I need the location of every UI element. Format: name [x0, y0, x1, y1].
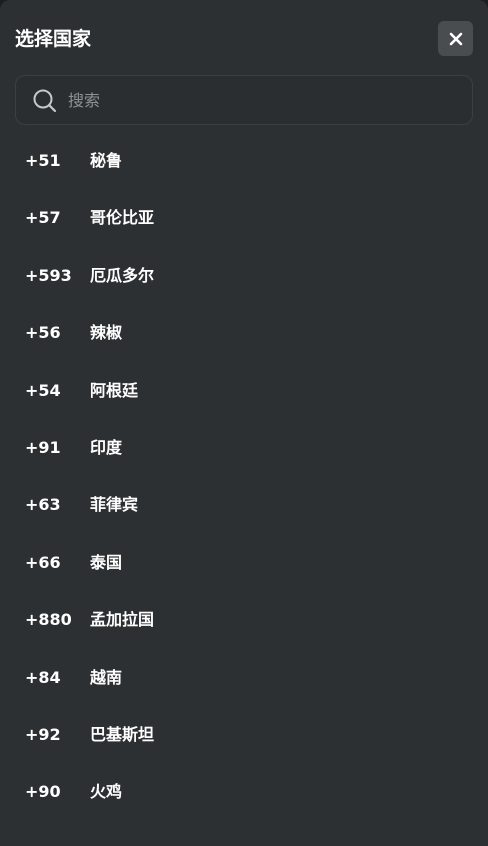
country-code: +57 — [25, 208, 61, 228]
country-item[interactable]: +91 印度 — [0, 420, 488, 477]
country-item[interactable]: +84 越南 — [0, 650, 488, 707]
country-code: +593 — [25, 265, 72, 285]
country-item[interactable]: +90 火鸡 — [0, 764, 488, 821]
country-code: +84 — [25, 667, 61, 687]
country-code: +51 — [25, 151, 61, 170]
country-item[interactable]: +880 孟加拉国 — [0, 592, 488, 649]
country-name: 越南 — [90, 667, 123, 687]
country-code: +91 — [25, 437, 61, 457]
country-name: 哥伦比亚 — [90, 208, 155, 228]
modal-title: 选择国家 — [15, 28, 92, 50]
country-name: 秘鲁 — [90, 151, 123, 170]
country-name: 阿根廷 — [90, 380, 139, 400]
country-code: +90 — [25, 782, 61, 802]
search-input[interactable] — [68, 84, 458, 116]
country-item[interactable]: +66 泰国 — [0, 535, 488, 592]
modal-header: 选择国家 — [0, 0, 488, 78]
country-name: 孟加拉国 — [90, 610, 155, 630]
country-code: +54 — [25, 380, 61, 400]
country-item[interactable]: +593 厄瓜多尔 — [0, 248, 488, 305]
country-name: 厄瓜多尔 — [90, 265, 155, 285]
country-name: 菲律宾 — [90, 495, 139, 515]
country-list: +51 秘鲁 +57 哥伦比亚 +593 厄瓜多尔 +56 辣椒 +54 阿根廷 +91 印度 +63 菲… — [0, 133, 488, 822]
country-item[interactable]: +56 辣椒 — [0, 305, 488, 362]
country-name: 印度 — [90, 437, 123, 457]
country-code: +56 — [25, 323, 61, 343]
country-item[interactable]: +63 菲律宾 — [0, 477, 488, 534]
country-code: +63 — [25, 495, 61, 515]
country-name: 巴基斯坦 — [90, 724, 155, 744]
country-item[interactable]: +54 阿根廷 — [0, 363, 488, 420]
country-item[interactable]: +57 哥伦比亚 — [0, 190, 488, 247]
country-name: 辣椒 — [90, 323, 123, 343]
country-item[interactable]: +51 秘鲁 — [0, 133, 488, 190]
country-code: +66 — [25, 552, 61, 572]
country-name: 泰国 — [90, 552, 123, 572]
close-button[interactable] — [438, 21, 473, 56]
country-name: 火鸡 — [90, 782, 123, 802]
country-code: +92 — [25, 724, 61, 744]
close-icon — [449, 32, 462, 45]
search-box[interactable] — [15, 75, 473, 125]
country-picker-modal: 选择国家 +51 秘鲁 +57 哥伦比亚 +593 厄瓜多尔 +56 辣椒 +54 阿根廷 +91 印… — [0, 0, 488, 846]
search-icon — [33, 89, 57, 113]
country-code: +880 — [25, 610, 72, 630]
country-item[interactable]: +92 巴基斯坦 — [0, 707, 488, 764]
